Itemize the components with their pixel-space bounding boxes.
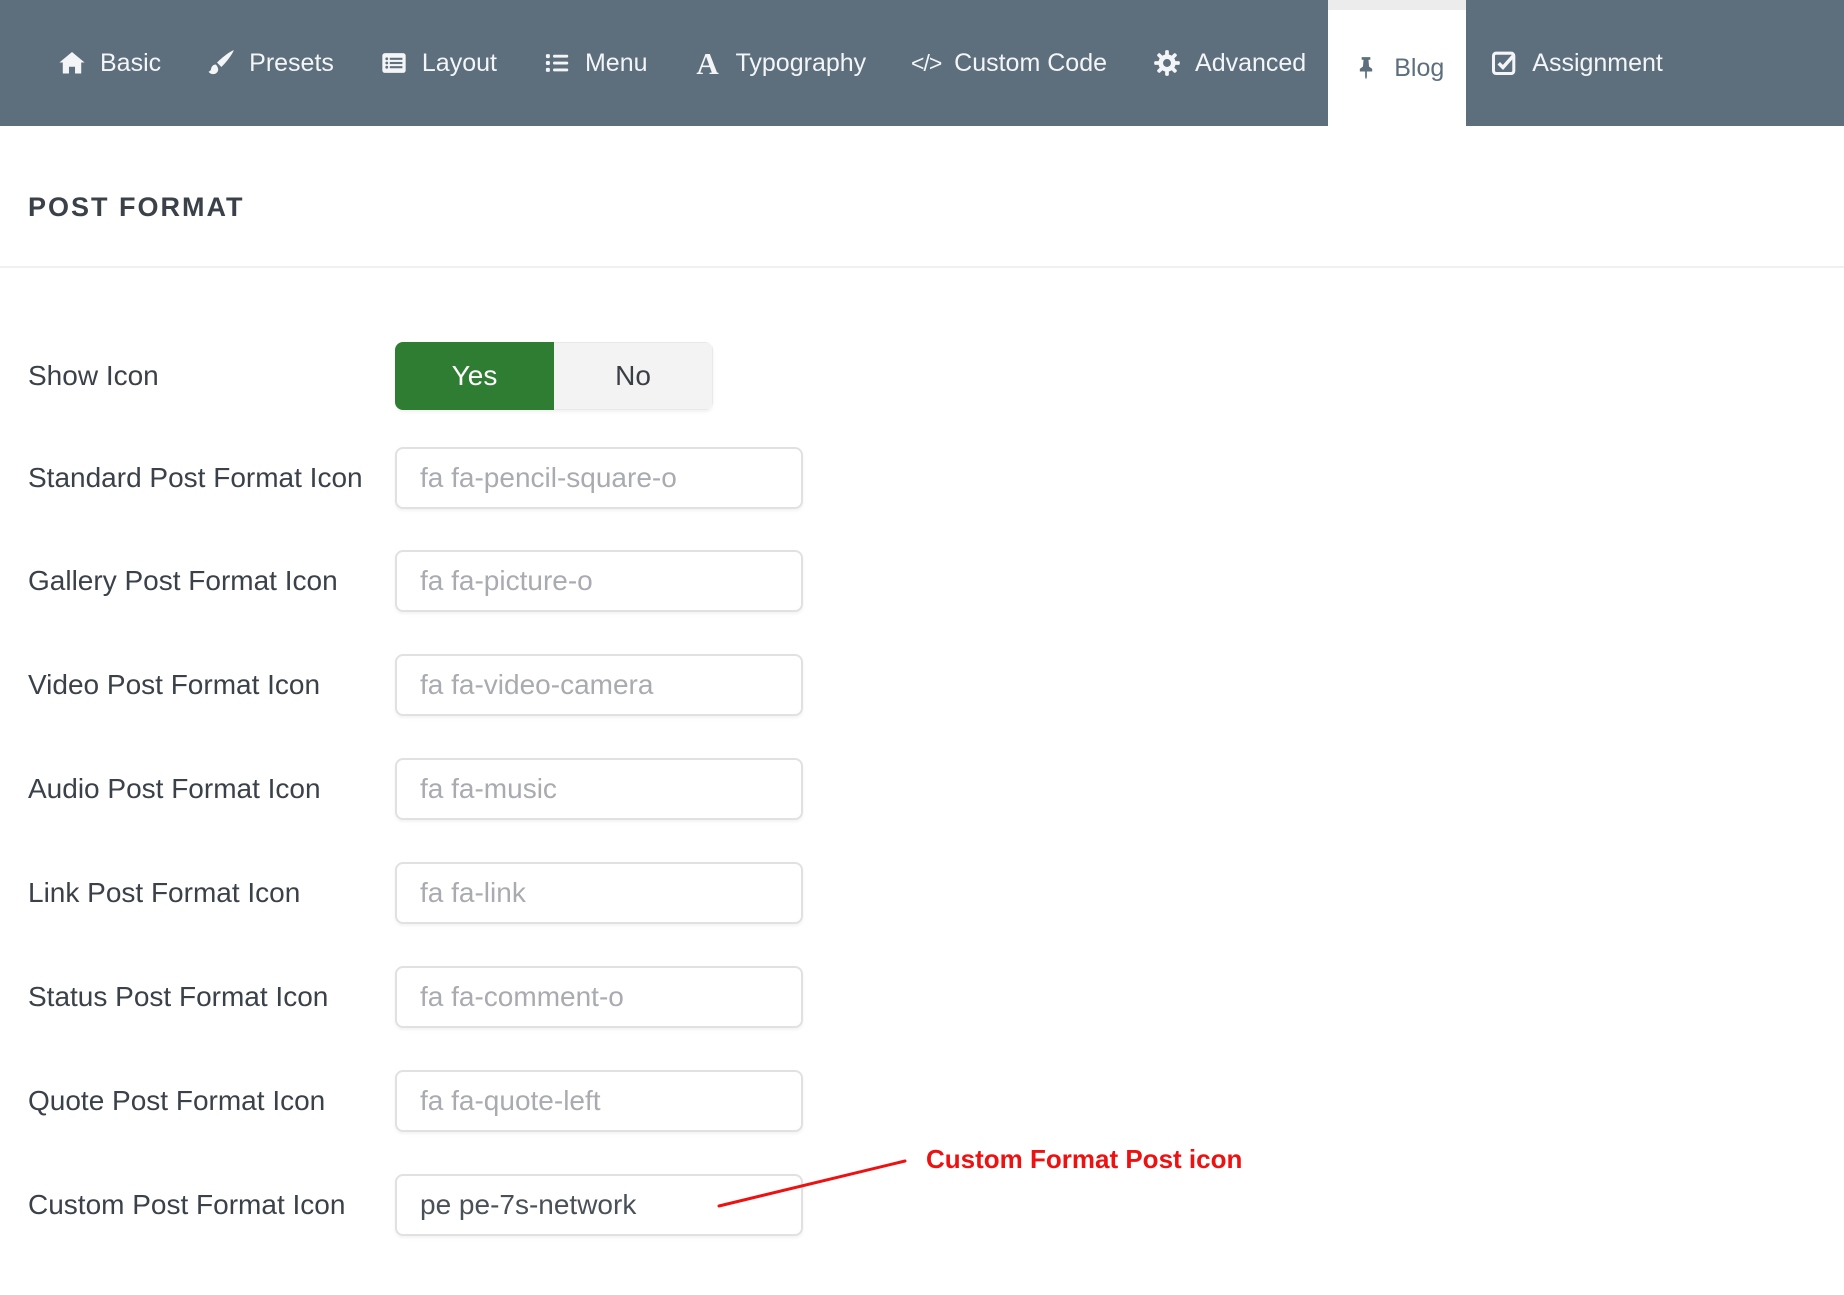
quote-icon-input[interactable] bbox=[395, 1070, 803, 1132]
field-label: Audio Post Format Icon bbox=[28, 773, 395, 805]
tab-label: Layout bbox=[422, 49, 497, 78]
tab-advanced[interactable]: Advanced bbox=[1129, 0, 1328, 126]
tab-label: Assignment bbox=[1532, 49, 1663, 78]
code-icon: </> bbox=[910, 47, 942, 79]
form-row-gallery: Gallery Post Format Icon bbox=[28, 550, 1844, 612]
paintbrush-icon bbox=[205, 47, 237, 79]
layout-icon bbox=[378, 47, 410, 79]
field-label: Status Post Format Icon bbox=[28, 981, 395, 1013]
form-row-audio: Audio Post Format Icon bbox=[28, 758, 1844, 820]
field-label: Quote Post Format Icon bbox=[28, 1085, 395, 1117]
tab-label: Presets bbox=[249, 49, 334, 78]
standard-icon-input[interactable] bbox=[395, 447, 803, 509]
tab-label: Menu bbox=[585, 49, 648, 78]
field-label: Custom Post Format Icon bbox=[28, 1189, 395, 1221]
gear-icon bbox=[1151, 47, 1183, 79]
tab-presets[interactable]: Presets bbox=[183, 0, 356, 126]
tab-label: Blog bbox=[1394, 54, 1444, 83]
tab-basic[interactable]: Basic bbox=[34, 0, 183, 126]
tab-assignment[interactable]: Assignment bbox=[1466, 0, 1685, 126]
page-title: POST FORMAT bbox=[28, 192, 244, 223]
field-label: Video Post Format Icon bbox=[28, 669, 395, 701]
tab-custom-code[interactable]: </> Custom Code bbox=[888, 0, 1129, 126]
top-tab-bar: Basic Presets bbox=[0, 0, 1844, 126]
tab-menu[interactable]: Menu bbox=[519, 0, 670, 126]
field-label: Gallery Post Format Icon bbox=[28, 565, 395, 597]
field-label: Standard Post Format Icon bbox=[28, 462, 395, 494]
annotation-label: Custom Format Post icon bbox=[926, 1144, 1242, 1175]
gallery-icon-input[interactable] bbox=[395, 550, 803, 612]
form-row-video: Video Post Format Icon bbox=[28, 654, 1844, 716]
custom-icon-input[interactable] bbox=[395, 1174, 803, 1236]
tab-label: Custom Code bbox=[954, 49, 1107, 78]
pin-icon bbox=[1350, 52, 1382, 84]
toggle-yes-button[interactable]: Yes bbox=[395, 342, 554, 410]
menu-list-icon bbox=[541, 47, 573, 79]
form-row-link: Link Post Format Icon bbox=[28, 862, 1844, 924]
home-icon bbox=[56, 47, 88, 79]
form-row-custom: Custom Post Format Icon bbox=[28, 1174, 1844, 1236]
field-label: Link Post Format Icon bbox=[28, 877, 395, 909]
tab-layout[interactable]: Layout bbox=[356, 0, 519, 126]
settings-page: Basic Presets bbox=[0, 0, 1844, 1295]
form-row-show-icon: Show Icon Yes No bbox=[28, 342, 1844, 410]
tab-blog-active[interactable]: Blog bbox=[1328, 0, 1466, 126]
toggle-no-button[interactable]: No bbox=[554, 342, 713, 410]
typography-icon: A bbox=[692, 47, 724, 79]
tab-label: Basic bbox=[100, 49, 161, 78]
check-square-icon bbox=[1488, 47, 1520, 79]
audio-icon-input[interactable] bbox=[395, 758, 803, 820]
form-row-quote: Quote Post Format Icon bbox=[28, 1070, 1844, 1132]
tab-typography[interactable]: A Typography bbox=[670, 0, 889, 126]
tab-label: Typography bbox=[736, 49, 867, 78]
field-label: Show Icon bbox=[28, 360, 395, 392]
video-icon-input[interactable] bbox=[395, 654, 803, 716]
status-icon-input[interactable] bbox=[395, 966, 803, 1028]
form-row-standard: Standard Post Format Icon bbox=[28, 447, 1844, 509]
tab-label: Advanced bbox=[1195, 49, 1306, 78]
show-icon-toggle: Yes No bbox=[395, 342, 713, 410]
section-header: POST FORMAT bbox=[0, 126, 1844, 268]
link-icon-input[interactable] bbox=[395, 862, 803, 924]
form-row-status: Status Post Format Icon bbox=[28, 966, 1844, 1028]
